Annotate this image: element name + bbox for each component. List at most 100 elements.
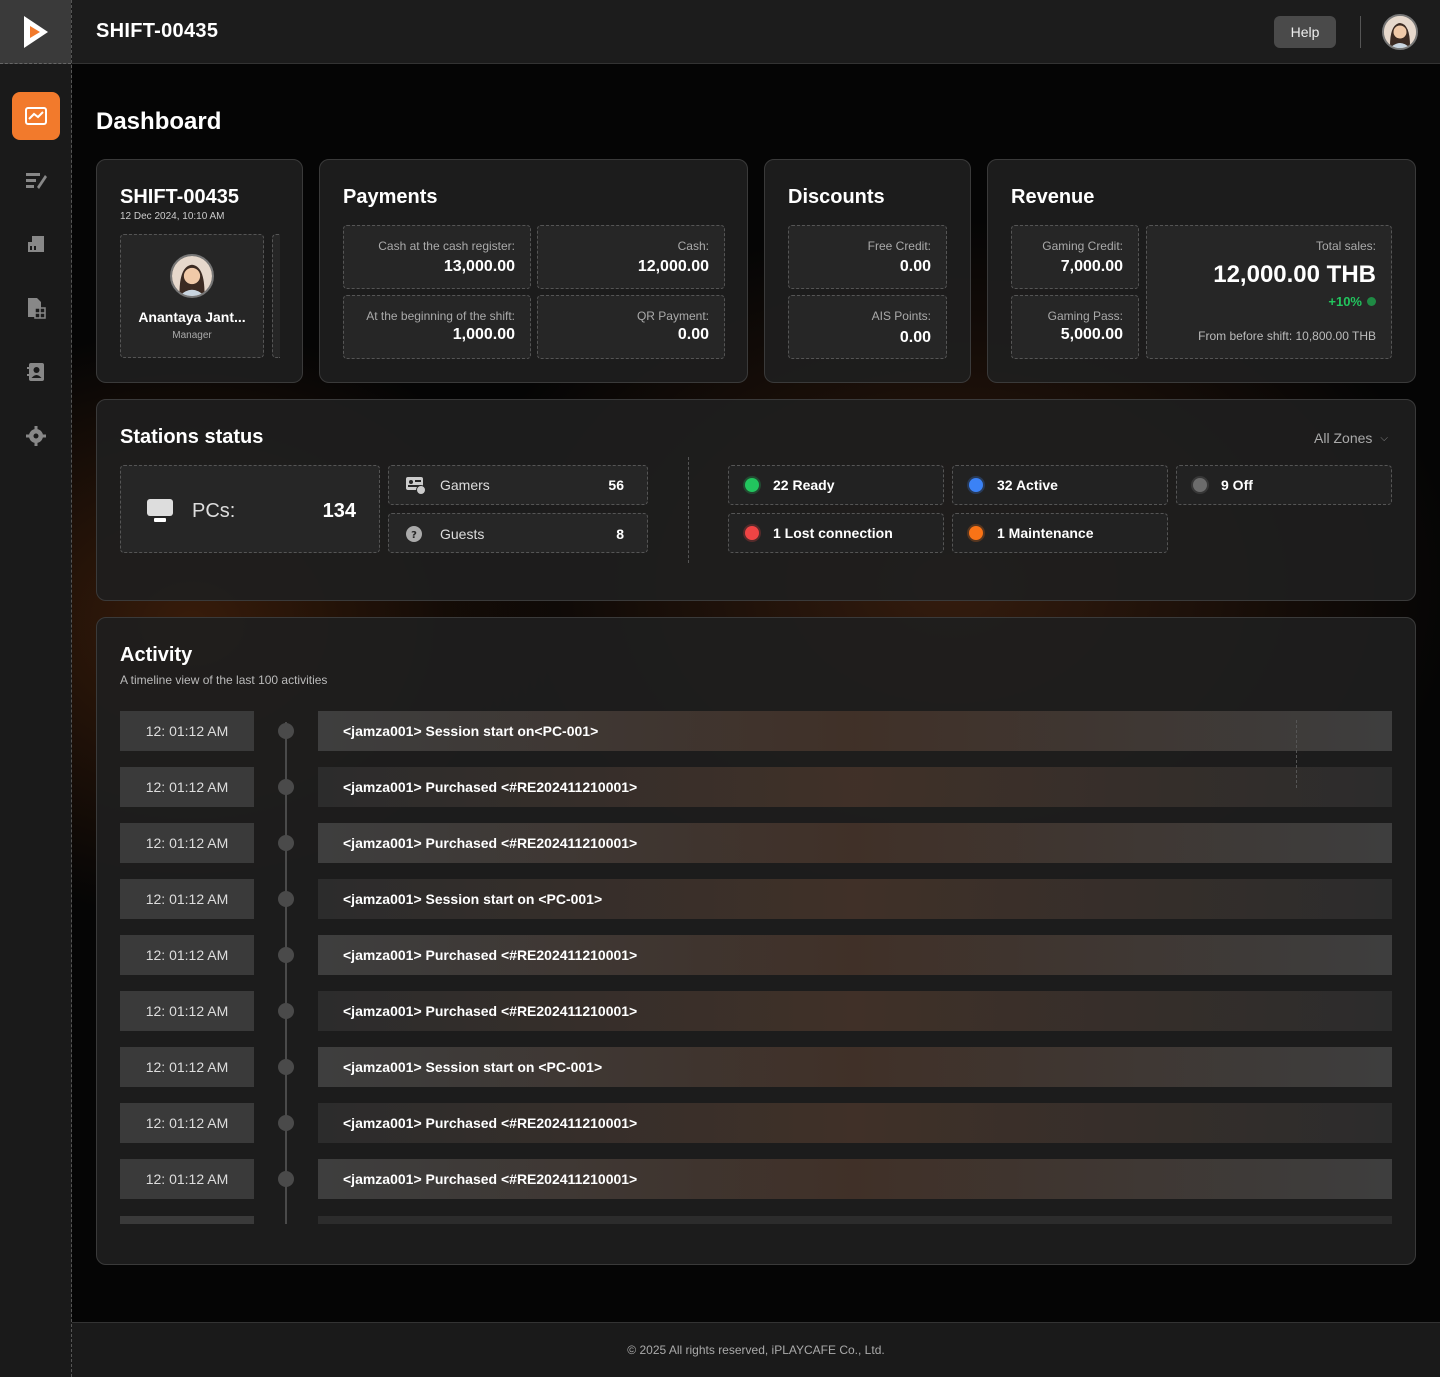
activity-row[interactable]: <jamza001> Session start on <PC-001> [318,879,1392,919]
stat-value: 1,000.00 [452,326,515,343]
gamers-box: Gamers 56 [388,465,648,505]
activity-text: <jamza001> Purchased <#RE202411210001> [343,1003,638,1019]
activity-row-partial [318,1216,1392,1224]
staff-role: Manager [172,330,212,341]
stat-value: 13,000.00 [443,258,515,275]
cash-register-box: Cash at the cash register: 13,000.00 [343,225,531,289]
gamer-card-icon [406,477,426,495]
user-avatar[interactable] [1382,14,1418,50]
discounts-title: Discounts [788,186,885,208]
sidebar-item-dashboard[interactable] [12,92,60,140]
activity-row[interactable]: <jamza001> Purchased <#RE202411210001> [318,1159,1392,1199]
activity-text: <jamza001> Purchased <#RE202411210001> [343,947,638,963]
sidebar-item-members[interactable] [12,348,60,396]
payments-card: Payments Cash at the cash register: 13,0… [319,159,748,383]
activity-card: Activity A timeline view of the last 100… [96,617,1416,1265]
stat-value: 5,000.00 [1060,326,1123,343]
total-sales-label: Total sales: [1315,239,1376,253]
status-off[interactable]: 9 Off [1176,465,1392,505]
sidebar-item-reports[interactable] [12,284,60,332]
timeline-dot [278,1003,294,1019]
from-before-shift: From before shift: 10,800.00 THB [1198,329,1376,343]
avatar-icon [172,256,212,296]
status-active[interactable]: 32 Active [952,465,1168,505]
activity-row[interactable]: <jamza001> Purchased <#RE202411210001> [318,935,1392,975]
page-title: Dashboard [96,108,222,135]
activity-row[interactable]: <jamza001> Purchased <#RE202411210001> [318,1103,1392,1143]
zone-filter-label: All Zones [1314,430,1373,446]
staff-avatar [170,254,214,298]
status-maintenance-label: 1 Maintenance [997,525,1094,541]
row-hover-guide [1296,720,1297,788]
edit-list-icon [26,173,47,189]
status-lost-connection[interactable]: 1 Lost connection [728,513,944,553]
activity-row[interactable]: <jamza001> Purchased <#RE202411210001> [318,767,1392,807]
activity-title: Activity [120,644,193,666]
activity-time: 12: 01:12 AM [120,1047,254,1087]
next-staff-card-peek [272,234,280,358]
sidebar-item-orders[interactable] [12,156,60,204]
total-sales-box: Total sales: 12,000.00 THB +10% From bef… [1146,225,1392,359]
activity-text: <jamza001> Purchased <#RE202411210001> [343,1115,638,1131]
status-ready[interactable]: 22 Ready [728,465,944,505]
activity-row[interactable]: <jamza001> Purchased <#RE202411210001> [318,991,1392,1031]
svg-text:?: ? [411,530,417,541]
activity-text: <jamza001> Session start on<PC-001> [343,723,599,739]
activity-time: 12: 01:12 AM [120,823,254,863]
maintenance-status-dot [969,526,983,540]
stat-label: At the beginning of the shift: [366,309,515,323]
pcs-label: PCs: [192,500,236,522]
app-logo[interactable] [0,0,71,64]
stations-title: Stations status [120,426,264,448]
status-maintenance[interactable]: 1 Maintenance [952,513,1168,553]
zone-filter-dropdown[interactable]: All Zones ⌵ [1314,430,1388,446]
sidebar [0,0,72,1377]
activity-row[interactable]: <jamza001> Session start on<PC-001> [318,711,1392,751]
stat-label: AIS Points: [871,309,931,323]
discounts-card: Discounts Free Credit: 0.00 AIS Points: … [764,159,971,383]
gaming-credit-box: Gaming Credit: 7,000.00 [1011,225,1139,289]
activity-row[interactable]: <jamza001> Session start on <PC-001> [318,1047,1392,1087]
payments-title: Payments [343,186,438,208]
stat-value: 0.00 [899,258,931,275]
stat-label: Cash at the cash register: [378,239,515,253]
status-off-label: 9 Off [1221,477,1253,493]
sidebar-item-settings[interactable] [12,412,60,460]
stat-value: 0.00 [677,326,709,343]
gaming-pass-box: Gaming Pass: 5,000.00 [1011,295,1139,359]
ais-points-box: AIS Points: 0.00 [788,295,947,359]
activity-subtitle: A timeline view of the last 100 activiti… [120,673,328,687]
activity-text: <jamza001> Session start on <PC-001> [343,891,603,907]
gamers-label: Gamers [440,477,490,493]
activity-time: 12: 01:12 AM [120,1103,254,1143]
help-button[interactable]: Help [1274,16,1336,48]
sales-change: +10% [1328,294,1376,309]
play-logo-icon [23,15,48,48]
activity-time: 12: 01:12 AM [120,991,254,1031]
sales-change-value: +10% [1328,294,1362,309]
status-lost-label: 1 Lost connection [773,525,893,541]
pcs-total-box: PCs: 134 [120,465,380,553]
stat-label: QR Payment: [636,309,709,323]
status-active-label: 32 Active [997,477,1058,493]
timeline-dot [278,891,294,907]
stat-value: 0.00 [899,329,931,346]
cash-box: Cash: 12,000.00 [537,225,725,289]
chevron-down-icon: ⌵ [1380,432,1388,444]
activity-row[interactable]: <jamza001> Purchased <#RE202411210001> [318,823,1392,863]
sidebar-item-pos[interactable] [12,220,60,268]
staff-card[interactable]: Anantaya Jant... Manager [120,234,264,358]
stat-value: 7,000.00 [1060,258,1123,275]
shift-date: 12 Dec 2024, 10:10 AM [120,211,225,222]
activity-time: 12: 01:12 AM [120,767,254,807]
guests-box: ? Guests 8 [388,513,648,553]
timeline-line [285,722,287,1224]
timeline-dot [278,1115,294,1131]
timeline-dot [278,947,294,963]
stat-label: Cash: [677,239,709,253]
trend-up-icon [1367,297,1376,306]
avatar-icon [1384,16,1416,48]
shift-title: SHIFT-00435 [120,186,239,208]
header-title: SHIFT-00435 [96,20,219,42]
cash-register-icon [28,236,44,252]
